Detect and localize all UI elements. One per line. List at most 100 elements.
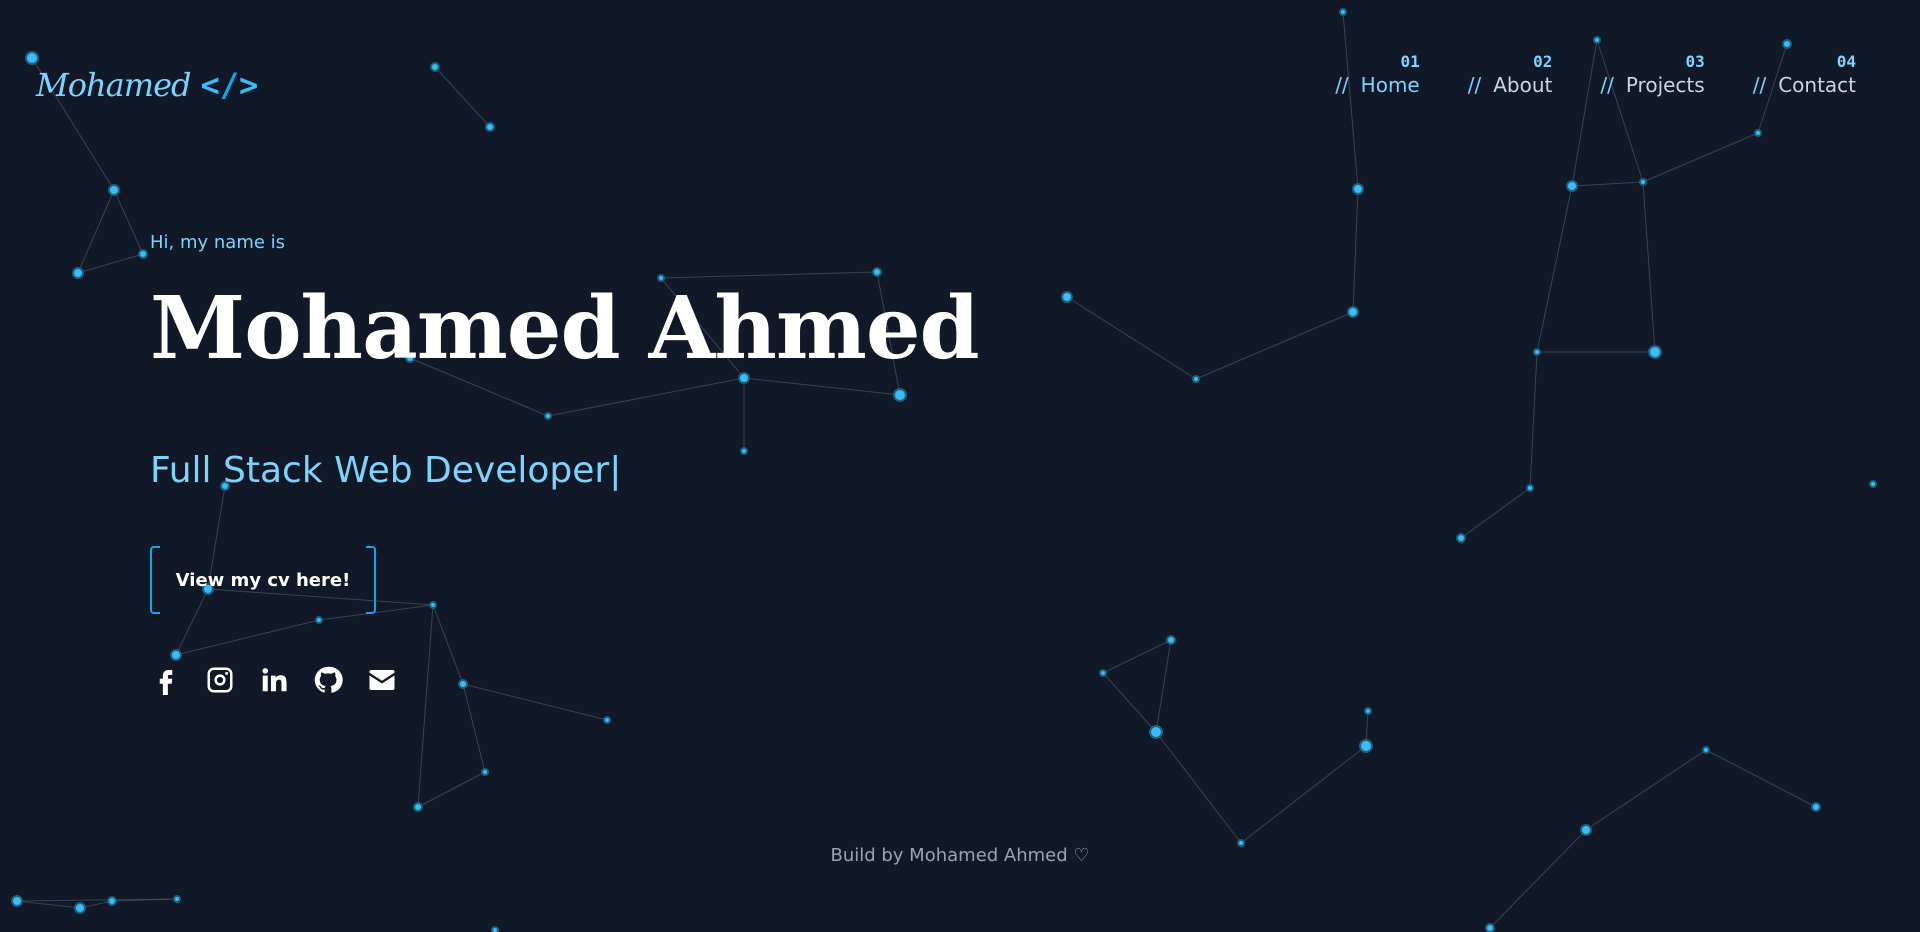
nav-label: Home [1360, 73, 1420, 97]
particle-dot [430, 62, 440, 72]
hero-role: Full Stack Web Developer| [150, 450, 621, 491]
particle-dot [1782, 39, 1792, 49]
particle-link [417, 604, 434, 808]
footer-credit: Build by Mohamed Ahmed ♡ [830, 845, 1090, 866]
nav-label: About [1493, 73, 1553, 97]
particle-dot [1580, 824, 1592, 836]
particle-link [1240, 745, 1367, 844]
particle-link [417, 771, 486, 808]
particle-dot [1869, 480, 1877, 488]
bracket-right [366, 546, 376, 614]
linkedin-icon[interactable] [258, 664, 290, 696]
particle-dot [138, 249, 148, 259]
nav-separator: // [1600, 73, 1614, 97]
facebook-icon[interactable] [150, 664, 182, 696]
particle-dot [458, 679, 468, 689]
particle-dot [1639, 178, 1647, 186]
particle-dot [485, 122, 495, 132]
particle-dot [108, 184, 120, 196]
particle-link [77, 253, 144, 274]
particle-dot [1149, 725, 1163, 739]
cv-button-label: View my cv here! [175, 569, 351, 591]
nav-label: Contact [1778, 73, 1856, 97]
particle-link [16, 900, 81, 909]
site-logo[interactable]: Mohamed </> [36, 66, 258, 104]
particle-dot [315, 616, 323, 624]
particle-dot [1702, 746, 1710, 754]
particle-link [1529, 351, 1538, 489]
nav-number: 03 [1685, 52, 1705, 71]
particle-dot [481, 768, 489, 776]
particle-link [1342, 11, 1359, 190]
particle-link [462, 683, 608, 721]
social-links [150, 664, 398, 696]
particle-link [743, 377, 901, 396]
particle-link [1155, 639, 1172, 733]
particle-link [1102, 672, 1157, 733]
particle-dot [872, 267, 882, 277]
particle-link [1195, 311, 1354, 380]
particle-dot [1456, 533, 1466, 543]
email-icon[interactable] [366, 664, 398, 696]
particle-dot [25, 51, 39, 65]
instagram-icon[interactable] [204, 664, 236, 696]
particle-dot [740, 447, 748, 455]
particle-link [1585, 749, 1707, 831]
intro-text: Hi, my name is [150, 232, 286, 253]
particle-dot [1359, 739, 1373, 753]
particle-link [432, 604, 464, 685]
particle-dot [1533, 348, 1541, 356]
nav-item-projects[interactable]: 03 // Projects [1600, 52, 1704, 97]
particle-dot [1754, 129, 1762, 137]
particle-link [547, 377, 745, 417]
particle-link [1705, 749, 1817, 808]
particle-link [462, 683, 486, 773]
particle-link [113, 189, 144, 255]
github-icon[interactable] [312, 664, 344, 696]
particle-dot [544, 412, 552, 420]
particle-link [1460, 487, 1531, 539]
nav-item-about[interactable]: 02 // About [1468, 52, 1553, 97]
particle-dot [1485, 923, 1495, 932]
main-nav: 01 // Home 02 // About 03 // Projects 04 //… [1335, 52, 1856, 97]
particle-dot [893, 388, 907, 402]
particle-dot [74, 902, 86, 914]
particle-dot [1192, 375, 1200, 383]
particle-dot [1166, 635, 1176, 645]
particle-dot [72, 267, 84, 279]
particle-dot [1566, 180, 1578, 192]
particle-link [77, 189, 115, 274]
particle-link [1642, 181, 1656, 353]
particle-link [434, 66, 491, 128]
nav-separator: // [1335, 73, 1349, 97]
particle-dot [1352, 183, 1364, 195]
particle-dot [11, 895, 23, 907]
particle-dot [1061, 291, 1073, 303]
particle-dot [107, 896, 117, 906]
code-brackets-icon: </> [200, 66, 259, 104]
nav-label: Projects [1625, 73, 1705, 97]
particle-dot [1339, 8, 1347, 16]
role-text: Full Stack Web Developer [150, 450, 610, 491]
bracket-left [150, 546, 160, 614]
particle-dot [1347, 306, 1359, 318]
nav-item-contact[interactable]: 04 // Contact [1753, 52, 1856, 97]
particle-dot [1593, 36, 1601, 44]
particle-dot [603, 716, 611, 724]
particle-link [1571, 181, 1644, 187]
nav-number: 02 [1533, 52, 1553, 71]
nav-number: 01 [1400, 52, 1420, 71]
particle-dot [1364, 707, 1372, 715]
particle-dot [429, 601, 437, 609]
particle-dot [413, 802, 423, 812]
particle-dot [1811, 802, 1821, 812]
nav-number: 04 [1836, 52, 1856, 71]
particle-dot [1648, 345, 1662, 359]
nav-item-home[interactable]: 01 // Home [1335, 52, 1420, 97]
hero-name: Mohamed Ahmed [150, 278, 980, 379]
particle-link [1352, 188, 1359, 313]
view-cv-button[interactable]: View my cv here! [150, 546, 376, 614]
particle-dot [170, 649, 182, 661]
nav-separator: // [1467, 73, 1482, 97]
particle-dot [1099, 669, 1107, 677]
